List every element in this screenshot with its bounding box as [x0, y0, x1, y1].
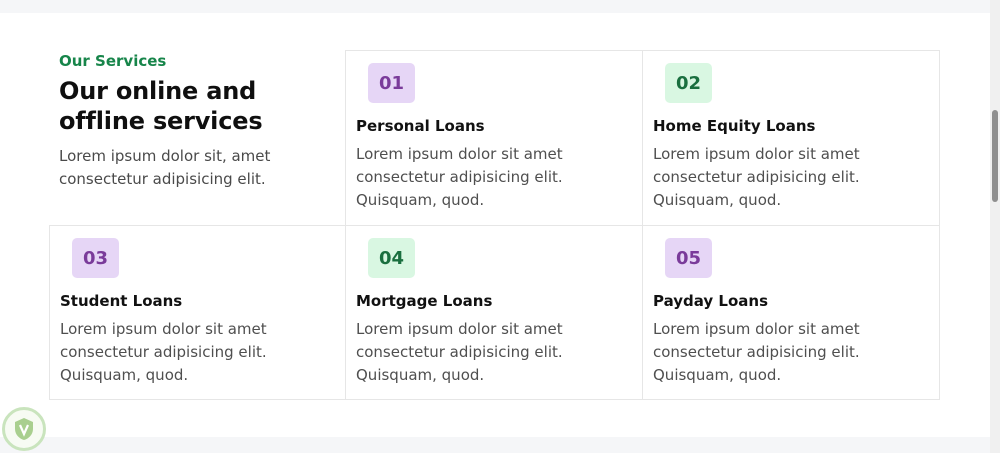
service-title: Payday Loans: [653, 292, 769, 310]
service-title: Mortgage Loans: [356, 292, 493, 310]
services-intro: Our Services Our online and offline serv…: [59, 52, 339, 191]
service-title: Home Equity Loans: [653, 117, 816, 135]
section-heading: Our online and offline services: [59, 77, 263, 135]
section-eyebrow: Our Services: [59, 52, 167, 70]
service-description: Lorem ipsum dolor sit amet consectetur a…: [653, 145, 860, 209]
top-section-band: [0, 0, 990, 13]
section-intro-text: Lorem ipsum dolor sit, amet consectetur …: [59, 147, 271, 188]
service-number-badge: 01: [368, 63, 415, 103]
page-scrollbar[interactable]: [990, 0, 1000, 453]
service-card-student-loans: 03 Student Loans Lorem ipsum dolor sit a…: [49, 225, 346, 400]
service-card-home-equity-loans: 02 Home Equity Loans Lorem ipsum dolor s…: [642, 50, 940, 226]
service-card-payday-loans: 05 Payday Loans Lorem ipsum dolor sit am…: [642, 225, 940, 400]
service-number-badge: 03: [72, 238, 119, 278]
scrollbar-thumb[interactable]: [992, 110, 998, 202]
service-title: Student Loans: [60, 292, 183, 310]
next-section-band: [0, 437, 990, 453]
service-number-badge: 02: [665, 63, 712, 103]
service-card-personal-loans: 01 Personal Loans Lorem ipsum dolor sit …: [345, 50, 643, 226]
service-title: Personal Loans: [356, 117, 485, 135]
service-number-badge: 05: [665, 238, 712, 278]
shield-logo-icon: [2, 407, 46, 451]
service-card-mortgage-loans: 04 Mortgage Loans Lorem ipsum dolor sit …: [345, 225, 643, 400]
service-description: Lorem ipsum dolor sit amet consectetur a…: [60, 320, 267, 384]
service-description: Lorem ipsum dolor sit amet consectetur a…: [356, 145, 563, 209]
service-number-badge: 04: [368, 238, 415, 278]
service-description: Lorem ipsum dolor sit amet consectetur a…: [653, 320, 860, 384]
service-description: Lorem ipsum dolor sit amet consectetur a…: [356, 320, 563, 384]
